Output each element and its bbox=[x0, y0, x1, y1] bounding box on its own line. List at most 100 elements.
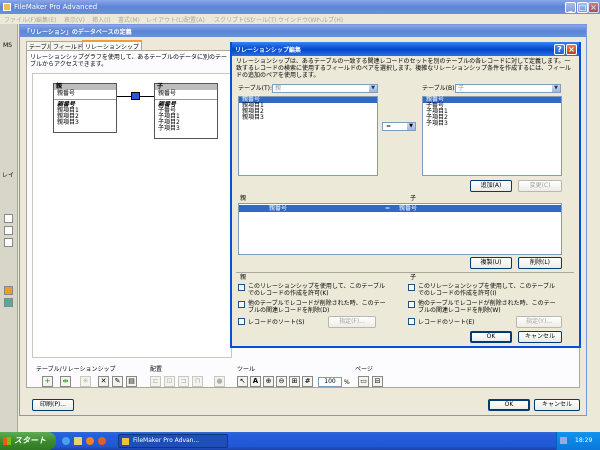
right-field-item[interactable]: 子項目3 bbox=[423, 121, 561, 127]
zoom-unit: % bbox=[344, 379, 350, 386]
table-right-value: 子 bbox=[458, 85, 465, 92]
table-right-select[interactable]: 子 ▼ bbox=[455, 84, 561, 93]
chevron-down-icon: ▼ bbox=[552, 85, 560, 92]
show-grid-icon[interactable]: # bbox=[302, 376, 313, 387]
parent-field[interactable]: 親項目3 bbox=[54, 120, 116, 126]
menu-window[interactable]: ウインドウ(W) bbox=[278, 15, 319, 24]
pair-right-field: 親番号 bbox=[399, 205, 418, 212]
sort-left-button[interactable]: 指定(F)... bbox=[328, 316, 376, 328]
field-pair-row[interactable]: 親番号 = 親番号 bbox=[239, 205, 561, 212]
db-ok-button[interactable]: OK bbox=[488, 399, 530, 411]
sort-left-checkbox[interactable] bbox=[238, 318, 245, 325]
start-button[interactable]: スタート bbox=[0, 432, 56, 450]
taskbar: スタート FileMaker Pro Advan... 18:29 bbox=[0, 432, 600, 450]
align-left-icon[interactable]: ⊏ bbox=[150, 376, 161, 387]
cascade-delete-left-label: 他のテーブルでレコードが削除された時、このテーブルの関連レコードを削除(D) bbox=[248, 300, 386, 314]
pointer-tool-icon[interactable]: ↖ bbox=[237, 376, 248, 387]
tool-color-icon[interactable] bbox=[4, 286, 13, 295]
menu-script[interactable]: スクリプト(S) bbox=[214, 15, 253, 24]
parent-table-name: 親 bbox=[56, 83, 63, 90]
print-button[interactable]: 印刷(P)... bbox=[32, 399, 74, 411]
sort-right-checkbox[interactable] bbox=[408, 318, 415, 325]
app-close-button[interactable]: × bbox=[588, 2, 599, 13]
maximize-button[interactable]: □ bbox=[577, 2, 588, 13]
left-field-list[interactable]: 親番号 親項目1 親項目2 親項目3 bbox=[238, 96, 378, 176]
quicklaunch-firefox-icon[interactable] bbox=[98, 437, 106, 445]
db-dialog-title: 「リレーション」のデータベースの定義 bbox=[24, 29, 132, 36]
tool-fill-icon[interactable] bbox=[4, 298, 13, 307]
parent-key-field[interactable]: 親番号 bbox=[54, 91, 116, 97]
zoom-out-icon[interactable]: ⊖ bbox=[276, 376, 287, 387]
parent-table-box[interactable]: 親 親番号 親番号 親項目1 親項目2 親項目3 bbox=[53, 83, 117, 133]
page-breaks-icon[interactable]: ⊟ bbox=[372, 376, 383, 387]
child-field[interactable]: 子項目3 bbox=[155, 126, 217, 132]
menu-insert[interactable]: 挿入(I) bbox=[92, 15, 110, 24]
zoom-in-icon[interactable]: ⊕ bbox=[263, 376, 274, 387]
menu-view[interactable]: 表示(V) bbox=[64, 15, 85, 24]
menu-edit[interactable]: 編集(E) bbox=[36, 15, 56, 24]
rel-cancel-button[interactable]: キャンセル bbox=[518, 331, 562, 343]
note-icon[interactable]: ▤ bbox=[126, 376, 137, 387]
cascade-delete-left-checkbox[interactable] bbox=[238, 301, 245, 308]
add-button[interactable]: 追加(A) bbox=[470, 180, 512, 192]
db-cancel-button[interactable]: キャンセル bbox=[534, 399, 580, 411]
change-button[interactable]: 変更(C) bbox=[518, 180, 562, 192]
menu-help[interactable]: ヘルプ(H) bbox=[316, 15, 343, 24]
help-button[interactable]: ? bbox=[554, 44, 565, 55]
child-table-box[interactable]: 子 親番号 親番号 子番号 子項目1 子項目2 子項目3 bbox=[154, 83, 218, 139]
left-field-item[interactable]: 親項目3 bbox=[239, 115, 377, 121]
table-right-label: テーブル(B): bbox=[422, 85, 457, 92]
relationship-operator-icon[interactable] bbox=[131, 92, 140, 100]
sort-right-button[interactable]: 指定(Y)... bbox=[516, 316, 562, 328]
tool-pointer-icon[interactable] bbox=[4, 214, 13, 223]
allow-create-left-checkbox[interactable] bbox=[238, 284, 245, 291]
toolbar-label-table-rel: テーブル/リレーションシップ bbox=[36, 366, 116, 373]
rel-dialog-title: リレーションシップ編集 bbox=[235, 47, 301, 54]
delete-icon[interactable]: ✕ bbox=[98, 376, 109, 387]
tool-text-icon[interactable] bbox=[4, 226, 13, 235]
cascade-delete-right-checkbox[interactable] bbox=[408, 301, 415, 308]
child-key-field[interactable]: 親番号 bbox=[155, 91, 217, 97]
page-setup-icon[interactable]: ▭ bbox=[358, 376, 369, 387]
right-field-list[interactable]: 親番号 子番号 子項目1 子項目2 子項目3 bbox=[422, 96, 562, 176]
align-center-icon[interactable]: ⊡ bbox=[164, 376, 175, 387]
menu-tools[interactable]: ツール(T) bbox=[250, 15, 276, 24]
align-right-icon[interactable]: ⊐ bbox=[178, 376, 189, 387]
tray-network-icon[interactable] bbox=[560, 437, 567, 444]
menu-file[interactable]: ファイル(F) bbox=[4, 15, 36, 24]
pair-col-child: 子 bbox=[410, 195, 417, 202]
menu-arrange[interactable]: 配置(A) bbox=[184, 15, 205, 24]
edit-icon[interactable]: ✎ bbox=[112, 376, 123, 387]
menu-format[interactable]: 書式(M) bbox=[118, 15, 140, 24]
taskbar-task-filemaker[interactable]: FileMaker Pro Advan... bbox=[118, 434, 228, 448]
operator-select[interactable]: = ▼ bbox=[382, 122, 416, 131]
windows-logo-icon bbox=[3, 437, 11, 445]
minimize-button[interactable]: _ bbox=[565, 2, 576, 13]
fit-window-icon[interactable]: ⊞ bbox=[289, 376, 300, 387]
quicklaunch-ie-icon[interactable] bbox=[62, 437, 70, 445]
toolbar-label-arrange: 配置 bbox=[150, 366, 163, 373]
align-top-icon[interactable]: ⊓ bbox=[192, 376, 203, 387]
color-picker-icon[interactable]: ● bbox=[214, 376, 225, 387]
text-tool-icon[interactable]: A bbox=[250, 376, 261, 387]
duplicate-icon[interactable]: ✳ bbox=[80, 376, 91, 387]
table-left-value: 親 bbox=[275, 85, 282, 92]
toolbar-label-page: ページ bbox=[355, 366, 373, 373]
quicklaunch-desktop-icon[interactable] bbox=[74, 437, 82, 445]
allow-create-right-checkbox[interactable] bbox=[408, 284, 415, 291]
rel-close-button[interactable]: × bbox=[566, 44, 577, 55]
quicklaunch-media-icon[interactable] bbox=[86, 437, 94, 445]
rel-description: リレーションシップは、あるテーブルの一致する関連レコードのセットを別のテーブルの… bbox=[236, 58, 572, 79]
field-pair-list[interactable]: 親番号 = 親番号 bbox=[238, 203, 562, 255]
duplicate-button[interactable]: 複製(U) bbox=[470, 257, 512, 269]
db-dialog-titlebar: 「リレーション」のデータベースの定義 bbox=[20, 25, 586, 37]
tool-field-icon[interactable] bbox=[4, 238, 13, 247]
cascade-delete-right-label: 他のテーブルでレコードが削除された時、このテーブルの関連レコードを削除(W) bbox=[418, 300, 556, 314]
table-left-select[interactable]: 親 ▼ bbox=[272, 84, 378, 93]
delete-button[interactable]: 削除(L) bbox=[518, 257, 562, 269]
zoom-field[interactable]: 100 bbox=[318, 377, 342, 387]
menu-layout[interactable]: レイアウト(L) bbox=[146, 15, 184, 24]
add-relationship-icon[interactable]: ⇹ bbox=[60, 376, 71, 387]
add-table-icon[interactable]: + bbox=[42, 376, 53, 387]
rel-ok-button[interactable]: OK bbox=[470, 331, 512, 343]
